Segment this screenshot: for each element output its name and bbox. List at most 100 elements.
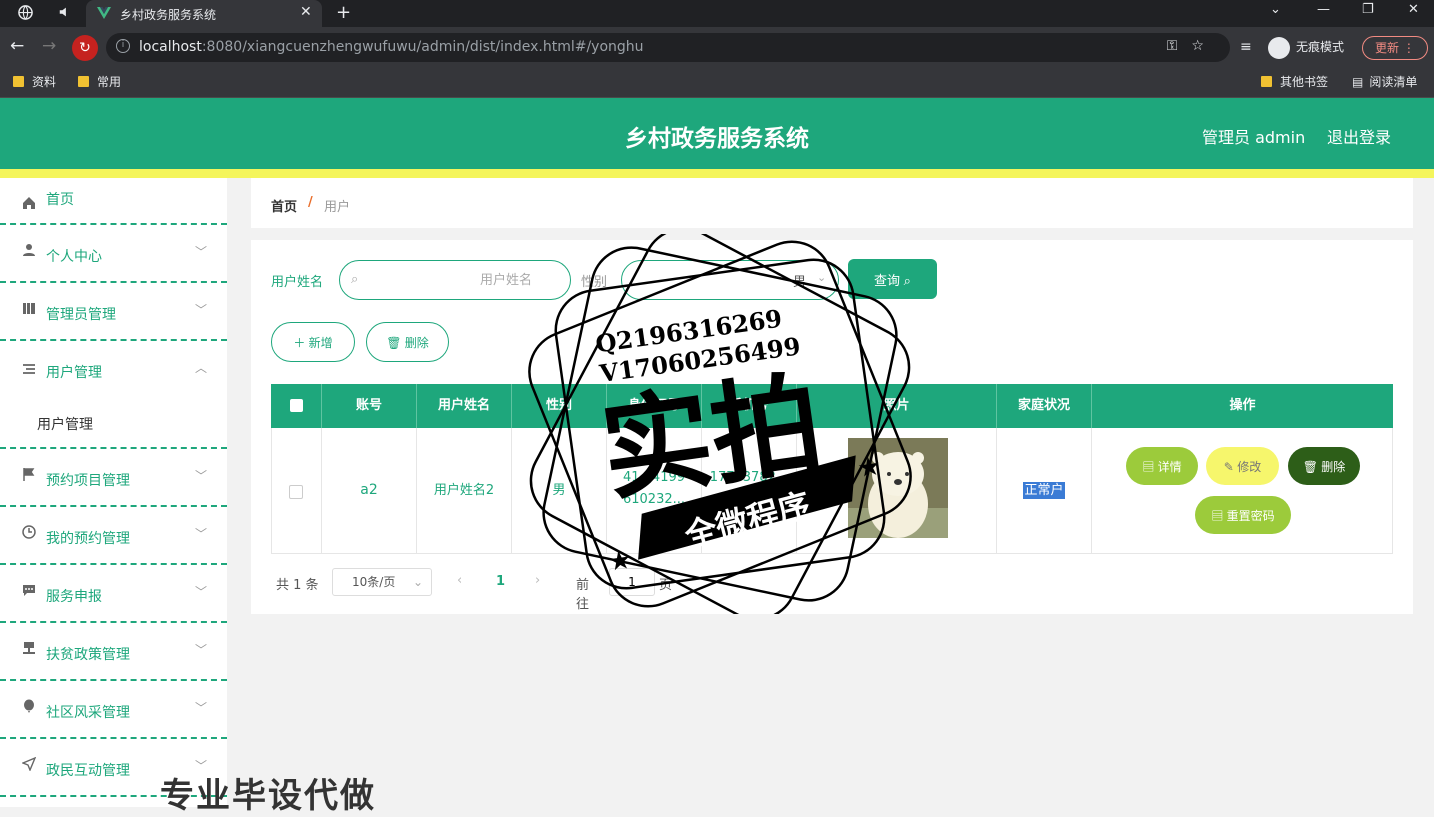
key-star-icons[interactable]: ⚿☆ — [1167, 38, 1218, 54]
app-header: 乡村政务服务系统 管理员 admin 退出登录 — [0, 98, 1434, 169]
reading-mode-icon[interactable]: ≡ — [1240, 39, 1252, 55]
prev-page-icon[interactable]: ‹ — [457, 573, 462, 588]
chevron-down-icon: ⌄ — [817, 271, 827, 284]
watermark-bottom-text: 专业毕设代做 — [160, 776, 376, 816]
batch-delete-button[interactable]: 🗑 删除 — [366, 322, 449, 362]
reading-list-icon: ▤ — [1352, 75, 1364, 89]
col-name: 用户姓名 — [417, 384, 512, 428]
chevron-down-icon: ﹀ — [195, 469, 208, 483]
cell-phone: 17703782... — [702, 428, 797, 553]
sidebar-item-community[interactable]: 社区风采管理 ﹀ — [0, 681, 227, 739]
detail-button[interactable]: ▤ 详情 — [1126, 447, 1198, 485]
gender-select[interactable] — [621, 260, 839, 300]
current-user: 管理员 admin — [1202, 128, 1306, 147]
home-icon — [22, 196, 36, 210]
sidebar-item-reservation-project[interactable]: 预约项目管理 ﹀ — [0, 449, 227, 507]
chevron-down-icon: ﹀ — [195, 245, 208, 259]
window-close-icon[interactable]: ✕ — [1408, 2, 1419, 17]
new-tab-icon[interactable]: + — [336, 2, 351, 23]
name-search-input[interactable] — [339, 260, 571, 300]
sidebar-item-home[interactable]: 首页 — [0, 178, 227, 225]
row-checkbox[interactable] — [289, 485, 303, 499]
document-icon: ▤ — [1211, 508, 1224, 523]
breadcrumb-home[interactable]: 首页 — [271, 196, 297, 215]
pencil-icon: ✎ — [1223, 459, 1234, 474]
bookmark-folder[interactable]: 资料 — [13, 73, 56, 90]
chevron-down-icon: ﹀ — [195, 643, 208, 657]
edit-button[interactable]: ✎ 修改 — [1206, 447, 1279, 485]
minimize-icon[interactable]: — — [1317, 2, 1330, 17]
back-icon[interactable]: ← — [10, 36, 24, 56]
chevron-down-icon: ﹀ — [195, 303, 208, 317]
delete-button[interactable]: 🗑 删除 — [1288, 447, 1360, 485]
reading-list[interactable]: ▤ 阅读清单 — [1352, 73, 1417, 90]
list-icon — [22, 362, 36, 376]
tab-close-icon[interactable]: ✕ — [300, 4, 312, 20]
sidebar-item-poverty-policy[interactable]: 扶贫政策管理 ﹀ — [0, 623, 227, 681]
trash-icon: 🗑 — [386, 335, 402, 350]
cell-family-status: 正常户 — [997, 428, 1092, 553]
bookmarks-bar: 资料 常用 其他书签 ▤ 阅读清单 — [0, 68, 1434, 98]
cell-account: a2 — [322, 428, 417, 553]
name-search-label: 用户姓名 — [271, 275, 324, 290]
other-bookmarks[interactable]: 其他书签 — [1261, 73, 1328, 90]
active-tab[interactable]: 乡村政务服务系统 ✕ — [86, 0, 322, 27]
sidebar-item-service-report[interactable]: 服务申报 ﹀ — [0, 565, 227, 623]
chevron-down-icon: ﹀ — [195, 527, 208, 541]
col-actions: 操作 — [1229, 398, 1256, 413]
gender-search-label: 性别 — [581, 275, 608, 290]
col-photo: 照片 — [797, 384, 997, 428]
page-number[interactable]: 1 — [496, 574, 505, 589]
reset-password-button[interactable]: ▤ 重置密码 — [1195, 496, 1291, 534]
col-family-status: 家庭状况 — [997, 384, 1092, 428]
search-icon: ⌕ — [351, 272, 359, 287]
folder-icon — [78, 76, 89, 87]
cell-photo — [797, 428, 997, 553]
flag-icon — [22, 467, 36, 481]
bookmark-folder[interactable]: 常用 — [78, 73, 121, 90]
status-text: 正常户 — [1023, 482, 1065, 499]
sidebar-item-admin[interactable]: 管理员管理 ﹀ — [0, 283, 227, 341]
header-stripe — [0, 169, 1434, 178]
cell-actions: ▤ 详情 ✎ 修改 🗑 删除 ▤ 重置密码 — [1092, 428, 1392, 553]
table-header: 账号 用户姓名 性别 身份证号 手机号 照片 家庭状况 操作 — [271, 384, 1393, 428]
sidebar-item-personal[interactable]: 个人中心 ﹀ — [0, 225, 227, 283]
document-icon: ▤ — [1142, 459, 1155, 474]
stamp-icon — [22, 641, 36, 655]
browser-toolbar: ← → ↻ i localhost:8080/xiangcuenzhengwuf… — [0, 27, 1434, 68]
forward-icon[interactable]: → — [42, 36, 56, 56]
select-all-checkbox[interactable] — [290, 399, 303, 412]
address-bar[interactable]: i localhost:8080/xiangcuenzhengwufuwu/ad… — [106, 33, 1230, 62]
cell-gender: 男 — [512, 428, 607, 553]
sidebar: 首页 个人中心 ﹀ 管理员管理 ﹀ 用户管理 ︿ 用户管理 预约项目管理 ﹀ 我… — [0, 178, 227, 807]
submenu-user-management[interactable]: 用户管理 — [37, 414, 93, 434]
table-row[interactable]: a2 用户姓名2 男 41...4199 610232... 17703782.… — [271, 428, 1393, 554]
incognito-indicator[interactable]: 无痕模式 — [1268, 33, 1344, 61]
folder-icon — [13, 76, 24, 87]
query-button[interactable]: 查询 ⌕ — [848, 259, 937, 299]
pagination-total: 共 1 条 — [276, 578, 319, 593]
info-icon[interactable]: i — [116, 39, 130, 53]
update-button[interactable]: 更新 ⋮ — [1362, 36, 1428, 60]
balloon-icon — [22, 699, 36, 713]
restore-icon[interactable]: ❐ — [1362, 2, 1374, 17]
gender-select-value: 男 — [793, 275, 807, 290]
chevron-down-icon: ⌄ — [412, 575, 423, 589]
tab-search-icon[interactable]: ⌄ — [1270, 2, 1281, 17]
col-id-number: 身份证号 — [607, 384, 702, 428]
send-icon — [21, 756, 37, 772]
globe-icon[interactable] — [18, 5, 33, 24]
page-size-select[interactable]: 10条/页 ⌄ — [332, 568, 432, 596]
select-all-header — [271, 384, 322, 428]
speaker-icon[interactable] — [58, 5, 72, 23]
goto-page-input[interactable] — [609, 568, 655, 596]
sidebar-item-user[interactable]: 用户管理 ︿ 用户管理 — [0, 341, 227, 449]
url-text[interactable]: localhost:8080/xiangcuenzhengwufuwu/admi… — [139, 39, 644, 55]
sidebar-item-my-reservation[interactable]: 我的预约管理 ﹀ — [0, 507, 227, 565]
reload-icon[interactable]: ↻ — [72, 35, 98, 61]
next-page-icon[interactable]: › — [535, 573, 540, 588]
add-button[interactable]: ＋ 新增 — [271, 322, 355, 362]
breadcrumb: 首页 / 用户 — [251, 178, 1413, 228]
logout-link[interactable]: 退出登录 — [1327, 124, 1391, 148]
col-account: 账号 — [322, 384, 417, 428]
